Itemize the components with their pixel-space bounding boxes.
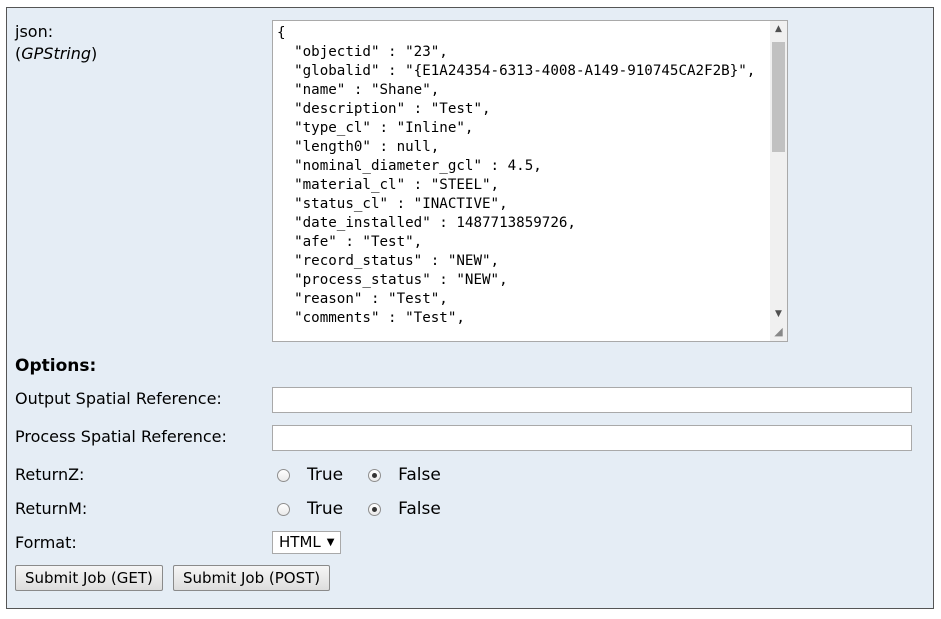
submit-get-button[interactable]: Submit Job (GET)	[15, 565, 163, 591]
return-z-false-label[interactable]: False	[398, 465, 441, 485]
options-heading: Options:	[15, 356, 97, 376]
json-param-label: json:	[15, 22, 54, 41]
output-sr-input[interactable]	[272, 387, 912, 413]
return-m-label: ReturnM:	[15, 499, 88, 518]
return-z-true-radio[interactable]	[277, 468, 290, 482]
form-panel: json: (GPString) { "objectid" : "23", "g…	[6, 7, 934, 609]
format-selected-value[interactable]: HTML	[279, 532, 321, 553]
json-textarea[interactable]: { "objectid" : "23", "globalid" : "{E1A2…	[272, 20, 788, 342]
return-z-true-label[interactable]: True	[307, 465, 343, 485]
return-m-radio-group: True False	[277, 498, 466, 520]
submit-post-button[interactable]: Submit Job (POST)	[173, 565, 331, 591]
return-z-radio-group: True False	[277, 464, 466, 486]
return-m-false-radio[interactable]	[368, 502, 382, 516]
return-z-false-radio[interactable]	[368, 468, 382, 482]
return-m-false-label[interactable]: False	[398, 499, 441, 519]
scroll-up-icon[interactable]: ▲	[770, 21, 787, 38]
resize-grip-icon[interactable]: ◢	[770, 323, 787, 341]
scroll-thumb[interactable]	[772, 42, 785, 152]
return-m-true-label[interactable]: True	[307, 499, 343, 519]
process-sr-label: Process Spatial Reference:	[15, 427, 227, 446]
caret-down-icon[interactable]: ▼	[327, 532, 335, 553]
format-select[interactable]: HTML ▼	[272, 531, 342, 554]
format-label: Format:	[15, 533, 77, 552]
json-text[interactable]: { "objectid" : "23", "globalid" : "{E1A2…	[277, 24, 767, 328]
json-param-type: (GPString)	[15, 44, 97, 64]
process-sr-input[interactable]	[272, 425, 912, 451]
type-name: GPString	[21, 44, 92, 63]
output-sr-label: Output Spatial Reference:	[15, 389, 222, 408]
scroll-down-icon[interactable]: ▼	[770, 306, 787, 323]
json-scrollbar[interactable]: ▲ ▼	[770, 21, 787, 323]
type-close-paren: )	[91, 44, 98, 63]
return-m-true-radio[interactable]	[277, 502, 290, 516]
return-z-label: ReturnZ:	[15, 465, 85, 484]
